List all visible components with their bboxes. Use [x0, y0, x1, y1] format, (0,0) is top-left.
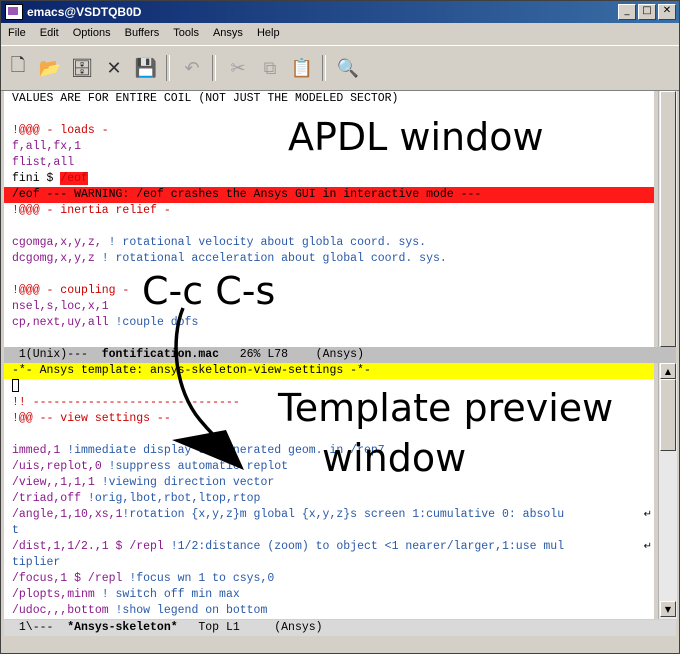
eof-keyword: /eof: [60, 172, 88, 185]
bottom-scrollbar-thumb[interactable]: [660, 379, 676, 451]
code-line: cgomga,x,y,z, ! rotational velocity abou…: [4, 235, 654, 251]
modeline-status: Top L1 (Ansys): [177, 621, 323, 634]
code-command: /angle,1,10,xs,1: [12, 508, 123, 521]
menu-options[interactable]: Options: [66, 27, 118, 39]
cut-icon[interactable]: ✂: [223, 53, 253, 83]
menu-help[interactable]: Help: [250, 27, 287, 39]
code-comment: !focus wn 1 to csys,0: [129, 572, 275, 585]
modeline-buffer-name: fontification.mac: [101, 348, 220, 361]
code-command: /triad,off: [12, 492, 88, 505]
modeline-prefix: 1\---: [12, 621, 68, 634]
code-comment: !viewing direction vector: [101, 476, 275, 489]
file-cabinet-icon[interactable]: 🗄: [67, 53, 97, 83]
code-line: nsel,s,loc,x,1: [12, 300, 109, 313]
window-title: emacs@VSDTQB0D: [27, 5, 142, 19]
code-line: t: [12, 524, 19, 537]
code-command: /dist,1,1/2.,1 $ /repl: [12, 540, 171, 553]
maximize-button[interactable]: □: [638, 4, 656, 20]
close-buffer-icon[interactable]: ✕: [99, 53, 129, 83]
code-line: fini $ /eof: [4, 171, 654, 187]
code-line: !@@@ - coupling -: [12, 284, 130, 297]
code-command: cgomga,x,y,z,: [12, 236, 109, 249]
apdl-window-annotation: APDL window: [288, 115, 544, 159]
text-cursor: [12, 379, 19, 393]
code-command: /focus,1 $ /repl: [12, 572, 130, 585]
modeline-buffer-name: *Ansys-skeleton*: [67, 621, 178, 634]
code-line: /angle,1,10,xs,1!rotation {x,y,z}m globa…: [4, 507, 654, 523]
title-bar: emacs@VSDTQB0D _ □ ✕: [1, 1, 679, 23]
bottom-mode-line: 1\--- *Ansys-skeleton* Top L1 (Ansys): [4, 620, 676, 636]
code-line: /udoc,,,bottom !show legend on bottom: [4, 603, 654, 619]
close-button[interactable]: ✕: [658, 4, 676, 20]
code-comment: !couple dofs: [115, 316, 199, 329]
scroll-up-arrow-icon[interactable]: ▲: [660, 363, 676, 379]
toolbar-separator: [212, 55, 216, 81]
template-preview-annotation-line2: window: [322, 436, 467, 480]
new-file-icon[interactable]: 🗋: [3, 53, 33, 83]
code-line: /plopts,minm ! switch off min max: [4, 587, 654, 603]
code-line: dcgomg,x,y,z ! rotational acceleration a…: [4, 251, 654, 267]
menu-buffers[interactable]: Buffers: [118, 27, 167, 39]
code-comment: !suppress automatic replot: [108, 460, 289, 473]
toolbar-separator: [166, 55, 170, 81]
code-command: /uis,replot,0: [12, 460, 109, 473]
top-scrollbar[interactable]: [658, 91, 677, 347]
code-text: fini $: [12, 172, 61, 185]
undo-icon[interactable]: ↶: [177, 53, 207, 83]
toolbar-separator: [322, 55, 326, 81]
template-preview-annotation-line1: Template preview: [278, 386, 614, 430]
template-header-line: -*- Ansys template: ansys-skeleton-view-…: [4, 363, 654, 379]
emacs-app-icon: [5, 4, 23, 20]
warning-line: /eof --- WARNING: /eof crashes the Ansys…: [4, 187, 654, 203]
code-comment: !1/2:distance (zoom) to object <1 nearer…: [170, 540, 565, 553]
code-line: tiplier: [12, 556, 61, 569]
menu-bar: File Edit Options Buffers Tools Ansys Help: [1, 23, 679, 43]
code-comment: !orig,lbot,rbot,ltop,rtop: [87, 492, 261, 505]
code-line: cp,next,uy,all !couple dofs: [4, 315, 654, 331]
menu-tools[interactable]: Tools: [166, 27, 206, 39]
top-mode-line: 1(Unix)--- fontification.mac 26% L78 (An…: [4, 347, 676, 363]
code-command: dcgomg,x,y,z: [12, 252, 102, 265]
code-comment: !rotation {x,y,z}m global {x,y,z}s scree…: [122, 508, 565, 521]
menu-file[interactable]: File: [1, 27, 33, 39]
top-scrollbar-thumb[interactable]: [660, 91, 676, 347]
code-line: !@@@ - inertia relief -: [12, 204, 171, 217]
copy-icon[interactable]: ⧉: [255, 53, 285, 83]
toolbar: 🗋 📂 🗄 ✕ 💾 ↶ ✂ ⧉ 📋 🔍: [1, 45, 679, 91]
keybinding-annotation: C-c C-s: [142, 269, 276, 313]
open-folder-icon[interactable]: 📂: [35, 53, 65, 83]
code-command: cp,next,uy,all: [12, 316, 116, 329]
code-line: /triad,off !orig,lbot,rbot,ltop,rtop: [4, 491, 654, 507]
menu-edit[interactable]: Edit: [33, 27, 66, 39]
code-comment: ! switch off min max: [101, 588, 240, 601]
bottom-scrollbar[interactable]: ▲ ▼: [658, 363, 677, 619]
save-icon[interactable]: 💾: [131, 53, 161, 83]
code-line: /dist,1,1/2.,1 $ /repl !1/2:distance (zo…: [4, 539, 654, 555]
code-command: immed,1: [12, 444, 68, 457]
line-wrap-icon: ↵: [643, 541, 652, 552]
code-line: /focus,1 $ /repl !focus wn 1 to csys,0: [4, 571, 654, 587]
emacs-window: emacs@VSDTQB0D _ □ ✕ File Edit Options Buff…: [0, 0, 680, 654]
code-comment: !show legend on bottom: [115, 604, 268, 617]
minimize-button[interactable]: _: [618, 4, 636, 20]
modeline-prefix: 1(Unix)---: [12, 348, 102, 361]
code-command: /plopts,minm: [12, 588, 102, 601]
paste-icon[interactable]: 📋: [287, 53, 317, 83]
menu-ansys[interactable]: Ansys: [206, 27, 250, 39]
code-comment: ! rotational acceleration about global c…: [101, 252, 447, 265]
code-comment: ! rotational velocity about globla coord…: [108, 236, 427, 249]
code-command: /udoc,,,bottom: [12, 604, 116, 617]
search-icon[interactable]: 🔍: [333, 53, 363, 83]
modeline-status: 26% L78 (Ansys): [219, 348, 364, 361]
scroll-down-arrow-icon[interactable]: ▼: [660, 601, 676, 617]
code-command: /view,,1,1,1: [12, 476, 102, 489]
line-wrap-icon: ↵: [643, 509, 652, 520]
code-line: VALUES ARE FOR ENTIRE COIL (NOT JUST THE…: [12, 92, 399, 105]
